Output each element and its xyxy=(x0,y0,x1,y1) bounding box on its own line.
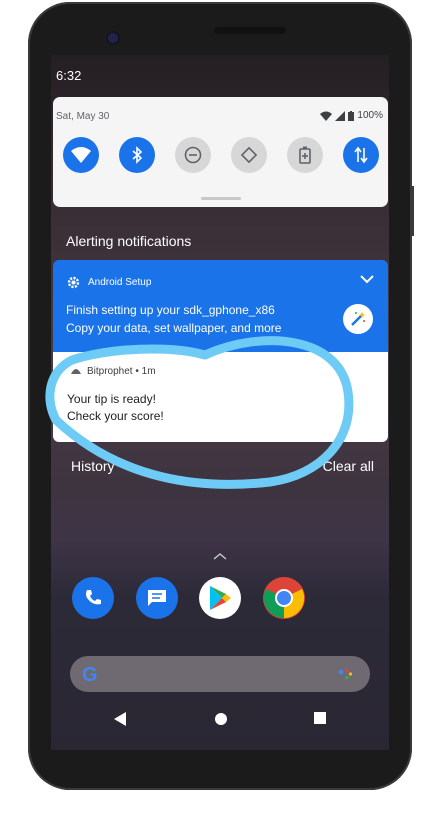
auto-rotate-tile[interactable] xyxy=(231,137,267,173)
bluetooth-tile[interactable] xyxy=(119,137,155,173)
messages-app[interactable] xyxy=(136,577,178,619)
bluetooth-icon xyxy=(132,146,143,164)
home-button[interactable] xyxy=(214,712,228,726)
phone-icon xyxy=(86,590,101,605)
notification-title: Your tip is ready! xyxy=(67,392,156,406)
chevron-down-icon[interactable] xyxy=(360,275,374,284)
back-button[interactable] xyxy=(114,712,126,726)
mobile-data-icon xyxy=(354,146,368,164)
battery-saver-icon xyxy=(299,146,311,164)
play-store-icon xyxy=(210,586,231,610)
quick-settings-panel: Sat, May 30 100% xyxy=(53,97,388,207)
play-store-app[interactable] xyxy=(199,577,241,619)
do-not-disturb-icon xyxy=(184,146,202,164)
chrome-icon xyxy=(263,577,305,619)
clear-all-button[interactable]: Clear all xyxy=(323,458,374,474)
qs-date: Sat, May 30 xyxy=(56,111,110,122)
battery-saver-tile[interactable] xyxy=(287,137,323,173)
front-camera xyxy=(108,33,118,43)
notification-text: Copy your data, set wallpaper, and more xyxy=(66,321,282,335)
notification-app-name: Bitprophet • 1m xyxy=(87,366,156,377)
do-not-disturb-tile[interactable] xyxy=(175,137,211,173)
earpiece-speaker xyxy=(214,27,286,34)
wifi-tile[interactable] xyxy=(63,137,99,173)
assistant-icon[interactable] xyxy=(338,668,354,680)
screen: 6:32 Sat, May 30 100% Alerting notificat… xyxy=(51,55,389,750)
battery-status-icon xyxy=(348,110,355,121)
notification-app-name: Android Setup xyxy=(88,277,152,288)
notification-title: Finish setting up your sdk_gphone_x86 xyxy=(66,303,275,317)
google-logo: G xyxy=(82,664,98,686)
qs-status: 100% xyxy=(320,110,383,121)
wifi-icon xyxy=(71,147,91,163)
status-time: 6:32 xyxy=(56,68,82,83)
android-icon xyxy=(71,369,81,374)
battery-percent: 100% xyxy=(357,110,383,121)
chevron-up-icon xyxy=(213,553,227,560)
gear-icon xyxy=(67,276,80,289)
auto-rotate-icon xyxy=(240,146,258,164)
notification-android-setup[interactable]: Android Setup Finish setting up your sdk… xyxy=(53,260,388,352)
notification-text: Check your score! xyxy=(67,409,164,423)
magic-wand-icon xyxy=(343,304,373,334)
power-button xyxy=(411,186,414,236)
chrome-app[interactable] xyxy=(263,577,305,619)
google-search-bar[interactable]: G xyxy=(70,656,370,692)
qs-drag-handle[interactable] xyxy=(201,197,241,200)
notification-bitprophet[interactable]: Bitprophet • 1m Your tip is ready! Check… xyxy=(53,352,388,442)
recents-button[interactable] xyxy=(314,712,326,724)
wifi-status-icon xyxy=(320,111,333,121)
messages-icon xyxy=(148,590,166,606)
history-button[interactable]: History xyxy=(71,458,115,474)
section-title: Alerting notifications xyxy=(66,233,192,249)
phone-app[interactable] xyxy=(72,577,114,619)
mobile-data-tile[interactable] xyxy=(343,137,379,173)
signal-status-icon xyxy=(335,110,346,121)
